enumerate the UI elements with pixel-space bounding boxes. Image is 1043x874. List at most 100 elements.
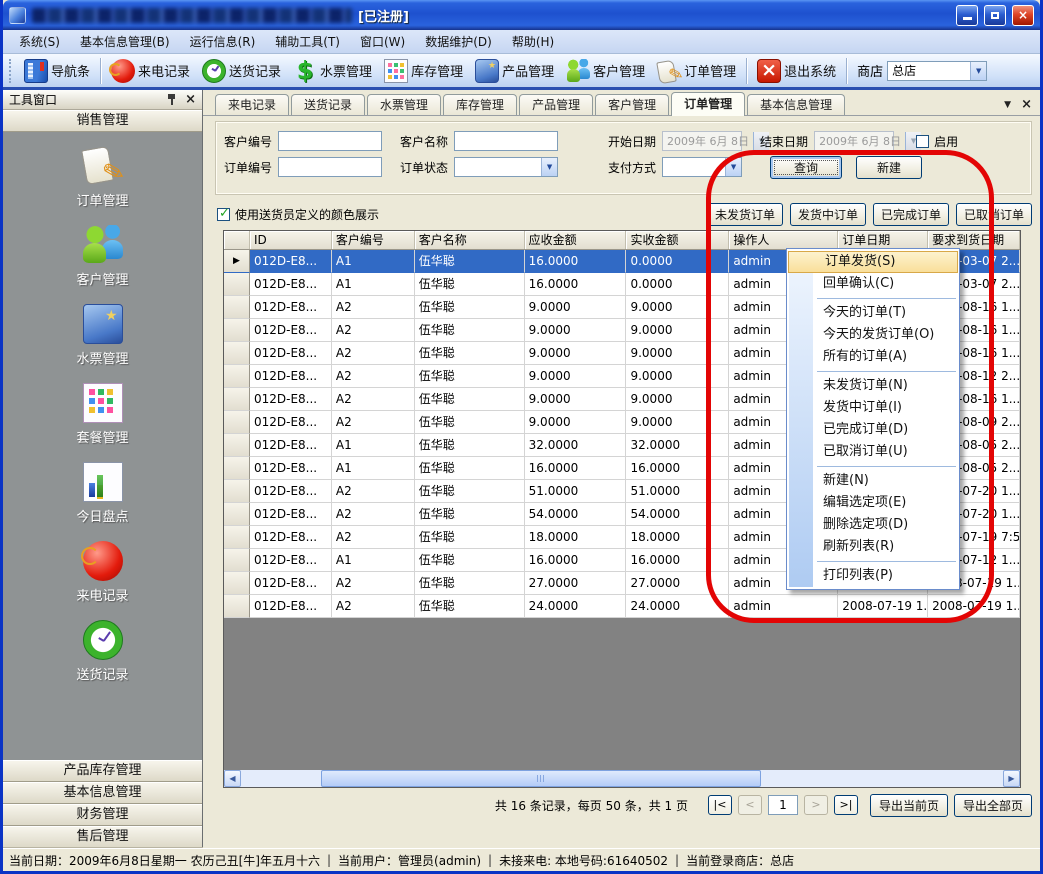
column-header-7[interactable]: 要求到货日期 <box>928 231 1020 249</box>
menu-item-1[interactable]: 基本信息管理(B) <box>70 31 180 52</box>
maximize-button[interactable] <box>984 5 1006 26</box>
close-button[interactable]: × <box>1012 5 1034 26</box>
tab-4[interactable]: 产品管理 <box>519 94 593 115</box>
menu-item-6[interactable]: 帮助(H) <box>502 31 564 52</box>
context-menu-item-2[interactable]: 今天的订单(T) <box>787 302 959 324</box>
tab-6[interactable]: 订单管理 <box>671 92 745 116</box>
context-menu-item-9[interactable]: 新建(N) <box>787 470 959 492</box>
export-current-page-button[interactable]: 导出当前页 <box>870 794 948 817</box>
toolbar-inventory-button[interactable]: 库存管理 <box>378 57 469 85</box>
tab-0[interactable]: 来电记录 <box>215 94 289 115</box>
row-selector[interactable] <box>224 342 250 365</box>
sidebar-item-6[interactable]: 送货记录 <box>3 620 202 683</box>
new-button[interactable]: 新建 <box>856 156 922 179</box>
context-menu-item-3[interactable]: 今天的发货订单(O) <box>787 324 959 346</box>
menu-item-3[interactable]: 辅助工具(T) <box>265 31 350 52</box>
sidebar-group-2[interactable]: 财务管理 <box>3 804 202 826</box>
row-selector[interactable] <box>224 296 250 319</box>
export-all-pages-button[interactable]: 导出全部页 <box>954 794 1032 817</box>
toolbar-order-button[interactable]: 订单管理 <box>651 57 742 85</box>
sidebar-item-4[interactable]: 今日盘点 <box>3 462 202 525</box>
context-menu-item-7[interactable]: 已完成订单(D) <box>787 419 959 441</box>
horizontal-scrollbar[interactable]: ◀ ▶ <box>224 770 1020 787</box>
pay-method-select[interactable]: ▼ <box>662 157 742 177</box>
context-menu-item-8[interactable]: 已取消订单(U) <box>787 441 959 463</box>
menu-item-2[interactable]: 运行信息(R) <box>180 31 266 52</box>
close-tab-icon[interactable]: × <box>1021 99 1032 110</box>
column-header-4[interactable]: 实收金额 <box>626 231 729 249</box>
sidebar-group-1[interactable]: 基本信息管理 <box>3 782 202 804</box>
sidebar-group-0[interactable]: 产品库存管理 <box>3 760 202 782</box>
row-selector[interactable] <box>224 595 250 618</box>
color-display-checkbox[interactable] <box>217 208 230 221</box>
chevron-down-icon[interactable]: ▼ <box>1004 100 1011 110</box>
status-filter-button-3[interactable]: 已取消订单 <box>956 203 1032 226</box>
scrollbar-thumb[interactable] <box>321 770 761 787</box>
toolbar-customer-button[interactable]: 客户管理 <box>560 57 651 85</box>
sidebar-item-2[interactable]: 水票管理 <box>3 304 202 367</box>
row-selector[interactable] <box>224 319 250 342</box>
prev-page-button[interactable]: < <box>738 795 762 815</box>
order-no-input[interactable] <box>278 157 382 177</box>
menu-item-5[interactable]: 数据维护(D) <box>415 31 502 52</box>
context-menu-item-12[interactable]: 刷新列表(R) <box>787 536 959 558</box>
column-header-0[interactable]: ID <box>250 231 332 249</box>
customer-no-input[interactable] <box>278 131 382 151</box>
row-selector[interactable] <box>224 273 250 296</box>
scroll-left-icon[interactable]: ◀ <box>224 770 241 787</box>
row-selector[interactable] <box>224 503 250 526</box>
context-menu-item-4[interactable]: 所有的订单(A) <box>787 346 959 368</box>
tab-7[interactable]: 基本信息管理 <box>747 94 845 115</box>
column-header-6[interactable]: 订单日期 <box>838 231 928 249</box>
tab-2[interactable]: 水票管理 <box>367 94 441 115</box>
toolbar-product-button[interactable]: 产品管理 <box>469 57 560 85</box>
table-row[interactable]: 012D-E8...A2伍华聪24.000024.0000admin2008-0… <box>224 595 1020 618</box>
scroll-right-icon[interactable]: ▶ <box>1003 770 1020 787</box>
next-page-button[interactable]: > <box>804 795 828 815</box>
context-menu-item-5[interactable]: 未发货订单(N) <box>787 375 959 397</box>
column-header-2[interactable]: 客户名称 <box>415 231 525 249</box>
status-filter-button-0[interactable]: 未发货订单 <box>707 203 783 226</box>
context-menu-item-1[interactable]: 回单确认(C) <box>787 273 959 295</box>
context-menu-item-10[interactable]: 编辑选定项(E) <box>787 492 959 514</box>
last-page-button[interactable]: >| <box>834 795 858 815</box>
minimize-button[interactable] <box>956 5 978 26</box>
status-filter-button-1[interactable]: 发货中订单 <box>790 203 866 226</box>
toolbar-navbar-button[interactable]: 导航条 <box>18 57 96 85</box>
menu-item-4[interactable]: 窗口(W) <box>350 31 415 52</box>
row-selector[interactable] <box>224 480 250 503</box>
tool-window-close-icon[interactable]: × <box>185 93 196 106</box>
enable-date-checkbox[interactable] <box>916 135 929 148</box>
sidebar-item-3[interactable]: 套餐管理 <box>3 383 202 446</box>
query-button[interactable]: 查询 <box>770 156 842 179</box>
toolbar-delivery-record-button[interactable]: 送货记录 <box>196 57 287 85</box>
toolbar-call-record-button[interactable]: 来电记录 <box>105 57 196 85</box>
toolbar-grip[interactable] <box>9 59 14 83</box>
tab-3[interactable]: 库存管理 <box>443 94 517 115</box>
customer-name-input[interactable] <box>454 131 558 151</box>
row-selector[interactable] <box>224 572 250 595</box>
shop-select[interactable]: 总店▼ <box>887 61 987 81</box>
row-selector[interactable] <box>224 526 250 549</box>
column-header-3[interactable]: 应收金额 <box>525 231 627 249</box>
toolbar-water-ticket-button[interactable]: 水票管理 <box>287 57 378 85</box>
menu-item-0[interactable]: 系统(S) <box>9 31 70 52</box>
pin-icon[interactable] <box>167 93 177 106</box>
row-selector[interactable] <box>224 549 250 572</box>
column-header-5[interactable]: 操作人 <box>729 231 838 249</box>
tab-5[interactable]: 客户管理 <box>595 94 669 115</box>
end-date-picker[interactable]: 2009年 6月 8日 ▼ <box>814 131 894 151</box>
sidebar-item-1[interactable]: 客户管理 <box>3 225 202 288</box>
first-page-button[interactable]: |< <box>708 795 732 815</box>
column-header-1[interactable]: 客户编号 <box>332 231 415 249</box>
context-menu-item-0[interactable]: 订单发货(S) <box>788 251 958 273</box>
status-filter-button-2[interactable]: 已完成订单 <box>873 203 949 226</box>
sidebar-item-0[interactable]: 订单管理 <box>3 146 202 209</box>
toolbar-exit-button[interactable]: 退出系统 <box>751 57 842 85</box>
order-status-select[interactable]: ▼ <box>454 157 558 177</box>
row-selector[interactable]: ▶ <box>224 250 250 273</box>
page-number-input[interactable]: 1 <box>768 795 798 815</box>
context-menu-item-13[interactable]: 打印列表(P) <box>787 565 959 587</box>
sidebar-item-5[interactable]: 来电记录 <box>3 541 202 604</box>
context-menu-item-6[interactable]: 发货中订单(I) <box>787 397 959 419</box>
